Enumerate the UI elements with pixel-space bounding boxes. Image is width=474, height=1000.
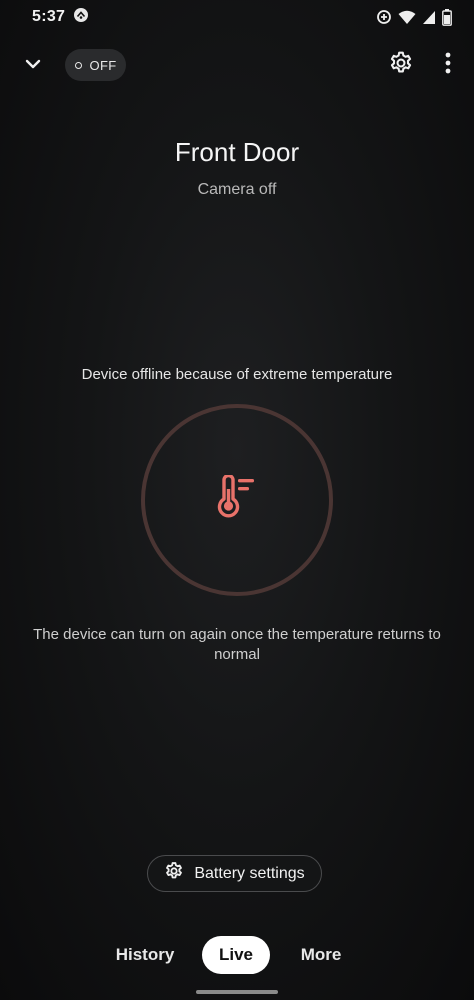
home-indicator[interactable]: [196, 990, 278, 994]
gear-icon: [164, 861, 184, 886]
data-saver-icon: [376, 9, 392, 25]
toggle-label: OFF: [89, 57, 117, 73]
status-bar: 5:37: [0, 0, 474, 34]
tab-more[interactable]: More: [292, 936, 350, 974]
battery-settings-button[interactable]: Battery settings: [147, 855, 322, 892]
recovery-message: The device can turn on again once the te…: [33, 626, 441, 663]
nest-app-icon: [73, 7, 89, 28]
tab-history[interactable]: History: [108, 936, 182, 974]
more-options-button[interactable]: [434, 49, 462, 81]
temperature-ring: [141, 404, 333, 596]
status-right: [376, 8, 452, 26]
chevron-down-icon: [25, 56, 41, 74]
signal-icon: [422, 10, 436, 25]
device-name: Front Door: [174, 137, 300, 167]
device-status: Camera off: [197, 181, 277, 198]
camera-power-toggle[interactable]: OFF: [65, 49, 126, 81]
thermometer-icon: [214, 473, 260, 526]
more-vert-icon: [445, 52, 451, 79]
offline-message: Device offline because of extreme temper…: [81, 366, 393, 383]
battery-icon: [442, 8, 452, 26]
settings-button[interactable]: [385, 49, 417, 81]
collapse-button[interactable]: [18, 50, 48, 80]
gear-icon: [388, 50, 414, 81]
top-bar: OFF: [0, 44, 474, 86]
tab-live[interactable]: Live: [202, 936, 270, 974]
wifi-icon: [398, 10, 416, 25]
bottom-nav: History Live More: [0, 936, 474, 976]
battery-settings-label: Battery settings: [194, 864, 305, 882]
toggle-dot: [74, 61, 82, 69]
status-left: 5:37: [32, 7, 89, 28]
status-time: 5:37: [32, 8, 66, 25]
